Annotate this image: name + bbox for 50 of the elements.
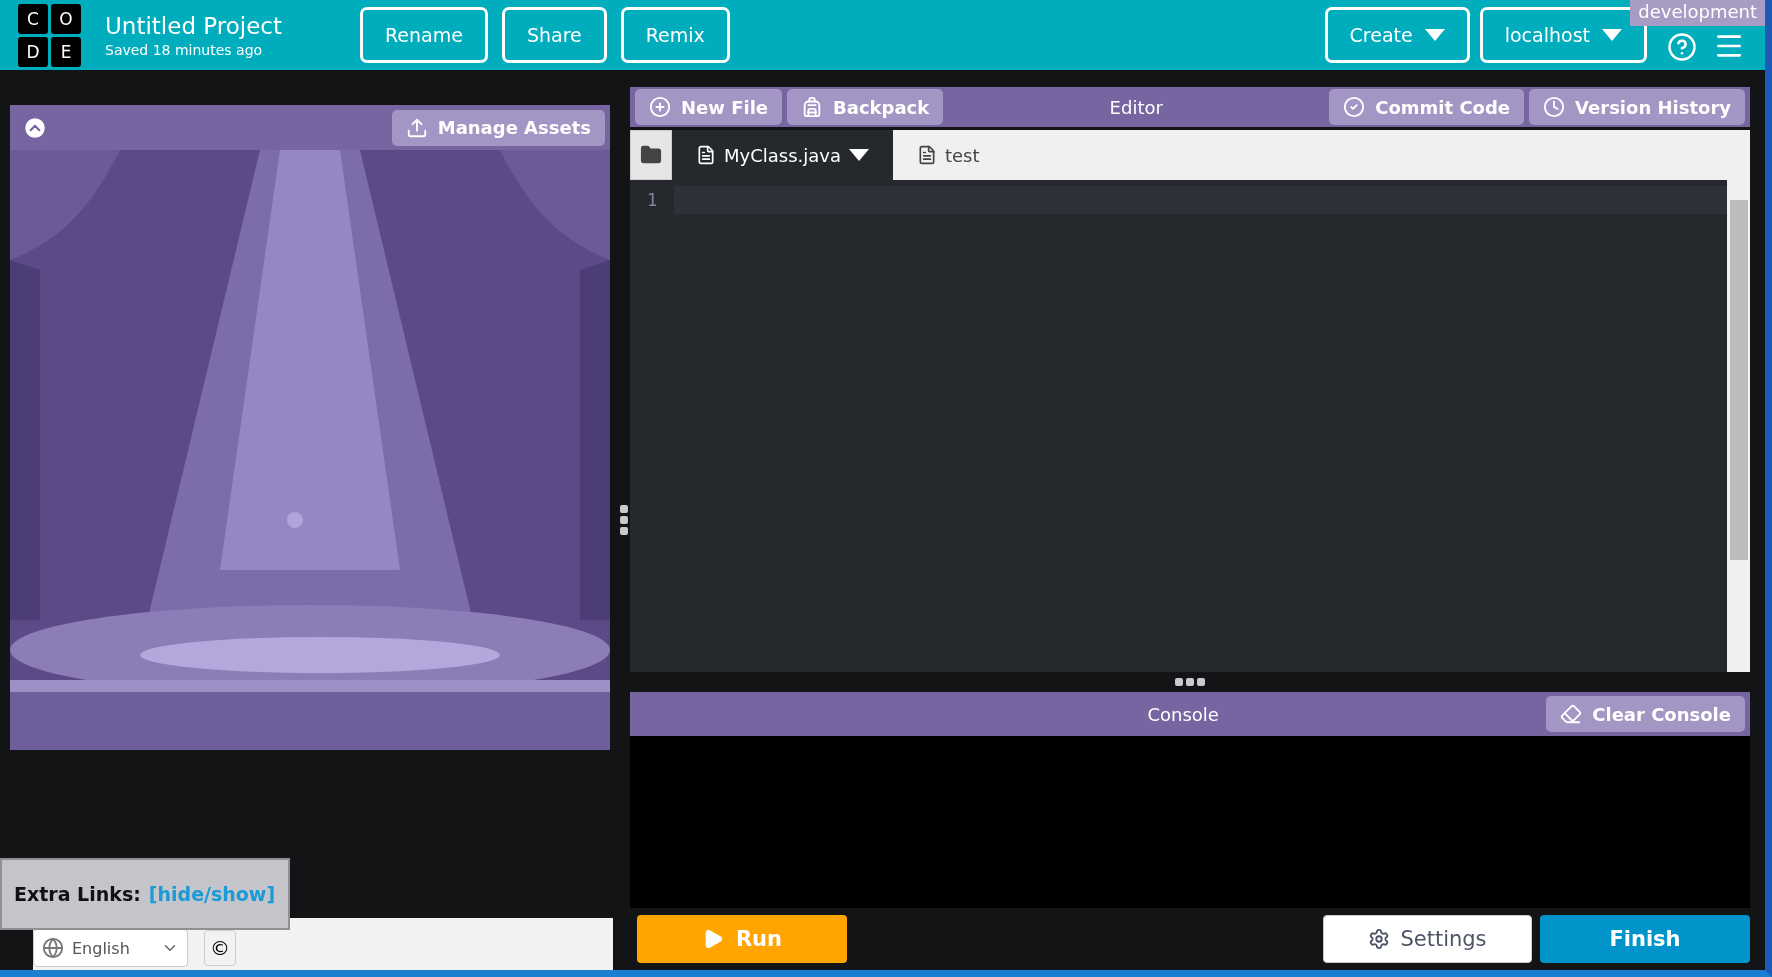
resize-handle[interactable]: [620, 505, 628, 535]
editor-title: Editor: [1108, 96, 1164, 118]
editor-button[interactable]: New File: [635, 89, 782, 125]
globe-icon: [42, 937, 64, 959]
extra-links-text: Extra Links: [hide/show]: [14, 883, 276, 905]
backpack-icon: [801, 96, 823, 118]
caret-icon: [1424, 29, 1445, 41]
file-tab[interactable]: test: [893, 130, 1004, 180]
code-editor[interactable]: 1: [630, 180, 1750, 672]
eraser-icon: [1560, 703, 1583, 725]
dropdown-button[interactable]: Create: [1324, 7, 1470, 63]
logo-letter: C: [18, 3, 48, 34]
copyright-button[interactable]: ©: [204, 930, 236, 966]
language-select[interactable]: English: [33, 929, 188, 967]
line-number: 1: [646, 190, 658, 210]
settings-icon: [1368, 928, 1391, 950]
project-title: Untitled Project: [105, 12, 283, 39]
plus-icon: [649, 96, 671, 118]
file-icon: [917, 145, 937, 165]
file-tab[interactable]: MyClass.java: [672, 130, 893, 180]
folder-icon: [640, 144, 662, 166]
scrollbar[interactable]: [1727, 180, 1750, 672]
caret-icon: [1602, 29, 1622, 41]
logo-letter: E: [51, 36, 81, 67]
environment-badge: development: [1630, 0, 1765, 26]
logo-letter: D: [18, 36, 48, 67]
resize-handle[interactable]: [1175, 678, 1205, 686]
caret-icon: [849, 149, 869, 161]
settings-button[interactable]: Settings: [1323, 915, 1532, 963]
editor-button[interactable]: Backpack: [787, 89, 944, 125]
header-button[interactable]: Remix: [620, 7, 730, 63]
upload-icon: [405, 116, 428, 139]
logo[interactable]: C O D E: [18, 3, 81, 67]
saved-status: Saved 18 minutes ago: [105, 41, 264, 58]
check-icon: [1343, 96, 1366, 118]
clock-icon: [1543, 96, 1566, 118]
console-title: Console: [1146, 703, 1220, 725]
hide-show-link[interactable]: [hide/show]: [148, 883, 276, 905]
finish-button[interactable]: Finish: [1540, 915, 1750, 963]
editor-button[interactable]: Commit Code: [1329, 89, 1525, 125]
manage-assets-button[interactable]: Manage Assets: [391, 109, 605, 146]
header-button[interactable]: Rename: [360, 7, 488, 63]
help-icon[interactable]: [1667, 32, 1697, 62]
folder-button[interactable]: [630, 130, 672, 180]
run-button[interactable]: Run: [637, 915, 847, 963]
clear-console-button[interactable]: Clear Console: [1546, 696, 1745, 732]
editor-button[interactable]: Version History: [1529, 89, 1745, 125]
header-button[interactable]: Share: [501, 7, 607, 63]
logo-letter: O: [51, 3, 81, 34]
file-icon: [696, 145, 716, 165]
